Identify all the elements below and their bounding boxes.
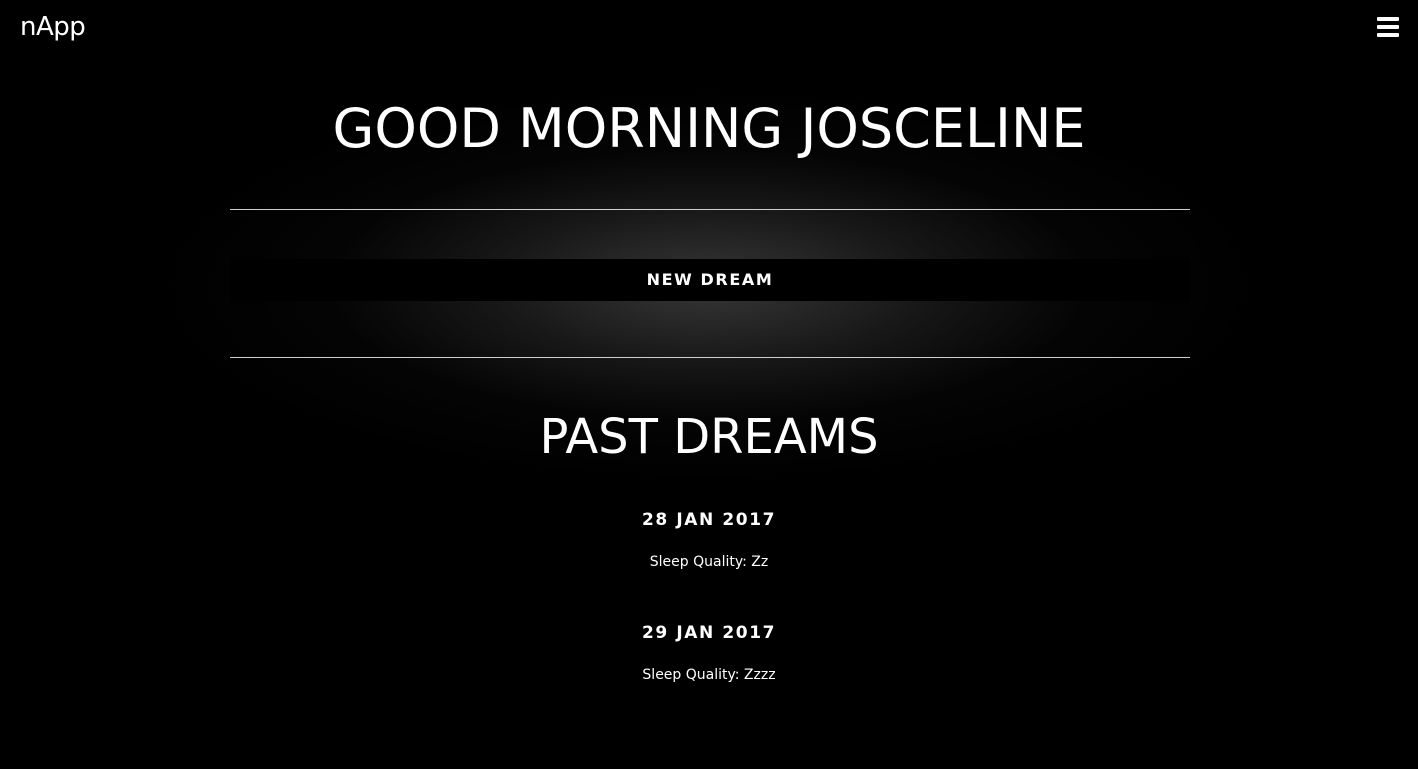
page: nApp GOOD MORNING JOSCELINE NEW DREAM PA… — [0, 0, 1418, 769]
app-logo[interactable]: nApp — [20, 10, 86, 44]
past-dreams-title: PAST DREAMS — [539, 409, 879, 465]
top-bar: nApp — [0, 0, 1418, 58]
menu-bar-line — [1377, 25, 1399, 29]
divider-bottom — [230, 357, 1190, 358]
divider-top — [230, 209, 1190, 210]
dream-entry[interactable]: 29 JAN 2017 Sleep Quality: Zzzz — [0, 618, 1418, 731]
dream-date: 29 JAN 2017 — [641, 623, 777, 643]
past-dreams-list: 28 JAN 2017 Sleep Quality: Zz 29 JAN 201… — [0, 505, 1418, 731]
dream-entry[interactable]: 28 JAN 2017 Sleep Quality: Zz — [0, 505, 1418, 618]
menu-bar-line — [1377, 33, 1399, 37]
greeting-title: GOOD MORNING JOSCELINE — [332, 97, 1086, 160]
dream-sleep-quality: Sleep Quality: Zzzz — [642, 667, 776, 683]
hamburger-menu-icon[interactable] — [1377, 16, 1399, 38]
dream-sleep-quality: Sleep Quality: Zz — [649, 554, 769, 570]
dream-date: 28 JAN 2017 — [641, 510, 777, 530]
menu-bar-line — [1377, 17, 1399, 21]
new-dream-button[interactable]: NEW DREAM — [230, 259, 1190, 301]
